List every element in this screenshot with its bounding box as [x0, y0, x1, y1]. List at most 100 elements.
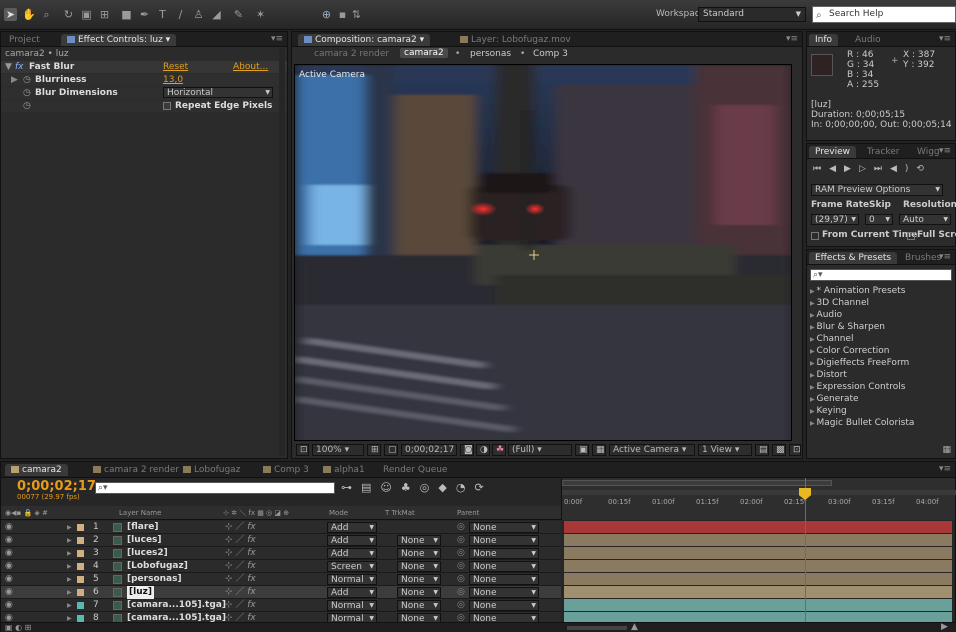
col-layer-name[interactable]: Layer Name	[119, 506, 161, 520]
audio-icon[interactable]: ◀)	[890, 164, 916, 174]
stopwatch-icon[interactable]: ◷	[23, 100, 31, 112]
tab-composition[interactable]: Composition: camara2 ▾	[298, 34, 431, 46]
effect-row-fast-blur[interactable]: ▼ fx Fast Blur Reset About...	[1, 61, 287, 73]
tab-layer[interactable]: Layer: Lobofugaz.mov	[454, 34, 577, 46]
col-mode[interactable]: Mode	[329, 506, 348, 520]
trkmat-dropdown[interactable]: None ▼	[397, 548, 441, 559]
loop-icon[interactable]: ⟲	[916, 164, 932, 174]
label-color-icon[interactable]	[77, 563, 84, 570]
prev-frame-icon[interactable]: ◀	[829, 164, 844, 174]
layer-row[interactable]: ◉ ▶ 1 [flare] ⊹ ／ fx Add ▼ ◎ None ▼	[1, 521, 561, 534]
world-axis-icon[interactable]: ▪	[336, 8, 349, 21]
next-frame-icon[interactable]: ▷	[859, 164, 874, 174]
puppet-tool-icon[interactable]: ✶	[254, 8, 267, 21]
crumb-camara2[interactable]: camara2	[400, 48, 448, 58]
parent-dropdown[interactable]: None ▼	[469, 548, 539, 559]
label-color-icon[interactable]	[77, 615, 84, 622]
parent-dropdown[interactable]: None ▼	[469, 561, 539, 572]
motion-blur-icon[interactable]: ◎	[420, 481, 439, 494]
layer-switches[interactable]: ⊹ ／ fx	[225, 560, 256, 573]
layer-duration-bar[interactable]	[564, 547, 952, 559]
rectangle-tool-icon[interactable]: ■	[120, 8, 133, 21]
tab-effects-presets[interactable]: Effects & Presets	[809, 252, 898, 264]
layer-row[interactable]: ◉ ▶ 6 [luz] ⊹ ／ fx Add ▼ None ▼ ◎ None ▼	[1, 586, 561, 599]
eye-icon[interactable]: ◉	[5, 586, 13, 599]
layer-switches[interactable]: ⊹ ／ fx	[225, 534, 256, 547]
frame-rate-dropdown[interactable]: (29,97) ▼	[811, 214, 859, 225]
disclosure-triangle-icon[interactable]: ▶	[11, 74, 18, 86]
blend-mode-dropdown[interactable]: Normal ▼	[327, 574, 377, 585]
disclosure-triangle-icon[interactable]: ▶	[67, 599, 72, 612]
effect-category-item[interactable]: ▶ Channel	[810, 333, 853, 345]
camera-view-dropdown[interactable]: Active Camera ▾	[609, 444, 695, 456]
layer-switches[interactable]: ⊹ ／ fx	[225, 573, 256, 586]
frame-blending-icon[interactable]: ♣	[401, 481, 420, 494]
zoom-tool-icon[interactable]: ⌕	[40, 8, 53, 21]
layer-name[interactable]: [Lobofugaz]	[127, 560, 188, 573]
tab-effect-controls[interactable]: Effect Controls: luz ▾	[61, 34, 177, 46]
layer-switches[interactable]: ⊹ ／ fx	[225, 599, 256, 612]
zoom-in-icon[interactable]: ▲	[631, 622, 638, 632]
tab-project[interactable]: Project	[3, 34, 46, 46]
effects-search-input[interactable]: ⌕▾	[810, 269, 952, 281]
selection-tool-icon[interactable]: ➤	[4, 8, 17, 21]
playhead-line[interactable]	[805, 478, 806, 632]
layer-switches[interactable]: ⊹ ／ fx	[225, 586, 256, 599]
layer-duration-bar[interactable]	[564, 573, 952, 585]
label-color-icon[interactable]	[77, 524, 84, 531]
view-layout-dropdown[interactable]: 1 View ▾	[698, 444, 752, 456]
layer-name[interactable]: [luces]	[127, 534, 162, 547]
trkmat-dropdown[interactable]: None ▼	[397, 574, 441, 585]
transparency-grid-icon[interactable]: ▦	[592, 444, 606, 456]
label-color-icon[interactable]	[77, 550, 84, 557]
snapshot-camera-icon[interactable]: ◙	[460, 444, 474, 456]
about-link[interactable]: About...	[233, 61, 268, 73]
toggle-pixel-aspect-icon[interactable]: ▤	[755, 444, 769, 456]
parent-dropdown[interactable]: None ▼	[469, 600, 539, 611]
layer-duration-bar[interactable]	[564, 534, 952, 546]
label-color-icon[interactable]	[77, 537, 84, 544]
pen-tool-icon[interactable]: ✒	[138, 8, 151, 21]
view-axis-icon[interactable]: ⇅	[350, 8, 363, 21]
timeline-search-input[interactable]: ⌕▾	[95, 482, 335, 494]
eye-icon[interactable]: ◉	[5, 599, 13, 612]
tab-info[interactable]: Info	[809, 34, 839, 46]
effect-category-item[interactable]: ▶ Magic Bullet Colorista	[810, 417, 914, 429]
timeline-tab[interactable]: camara 2 render	[87, 464, 185, 476]
flowchart-icon[interactable]: ⊡	[789, 444, 801, 456]
parent-dropdown[interactable]: None ▼	[469, 522, 539, 533]
layer-name[interactable]: [flare]	[127, 521, 159, 534]
panel-menu-icon[interactable]: ▾≡	[939, 146, 951, 156]
blur-dimensions-dropdown[interactable]: Horizontal ▼	[163, 87, 273, 98]
crumb-comp3[interactable]: Comp 3	[533, 49, 568, 59]
search-help-input[interactable]: ⌕ Search Help	[812, 6, 956, 23]
magnification-dropdown[interactable]: 100% ▾	[312, 444, 364, 456]
time-navigator[interactable]	[562, 490, 956, 495]
disclosure-triangle-icon[interactable]: ▶	[67, 586, 72, 599]
hand-tool-icon[interactable]: ✋	[22, 8, 36, 21]
layer-row[interactable]: ◉ ▶ 2 [luces] ⊹ ／ fx Add ▼ None ▼ ◎ None ▼	[1, 534, 561, 547]
resolution-preview-dropdown[interactable]: Auto ▼	[899, 214, 951, 225]
layer-row[interactable]: ◉ ▶ 7 [camara...105].tga] ⊹ ／ fx Normal ▼ None ▼…	[1, 599, 561, 612]
effect-category-item[interactable]: ▶ Expression Controls	[810, 381, 905, 393]
blend-mode-dropdown[interactable]: Add ▼	[327, 548, 377, 559]
layer-name[interactable]: [luces2]	[127, 547, 168, 560]
scroll-right-icon[interactable]: ▶	[941, 622, 948, 632]
effect-category-item[interactable]: ▶ 3D Channel	[810, 297, 869, 309]
type-tool-icon[interactable]: T	[156, 8, 169, 21]
trkmat-dropdown[interactable]: None ▼	[397, 600, 441, 611]
trkmat-dropdown[interactable]: None ▼	[397, 561, 441, 572]
timeline-tab[interactable]: Render Queue	[377, 464, 453, 476]
pickwhip-icon[interactable]: ◎	[457, 547, 465, 560]
layer-duration-bar[interactable]	[564, 599, 952, 611]
timeline-timecode[interactable]: 0;00;02;17	[17, 479, 96, 494]
layer-duration-bar[interactable]	[564, 586, 952, 598]
show-channel-icon[interactable]: ◑	[476, 444, 490, 456]
pickwhip-icon[interactable]: ◎	[457, 534, 465, 547]
eraser-tool-icon[interactable]: ◢	[210, 8, 223, 21]
skip-dropdown[interactable]: 0 ▼	[865, 214, 893, 225]
stopwatch-icon[interactable]: ◷	[23, 74, 31, 86]
disclosure-triangle-icon[interactable]: ▶	[67, 573, 72, 586]
layer-name[interactable]: [camara...105].tga]	[127, 599, 226, 612]
pan-behind-tool-icon[interactable]: ⊞	[98, 8, 111, 21]
